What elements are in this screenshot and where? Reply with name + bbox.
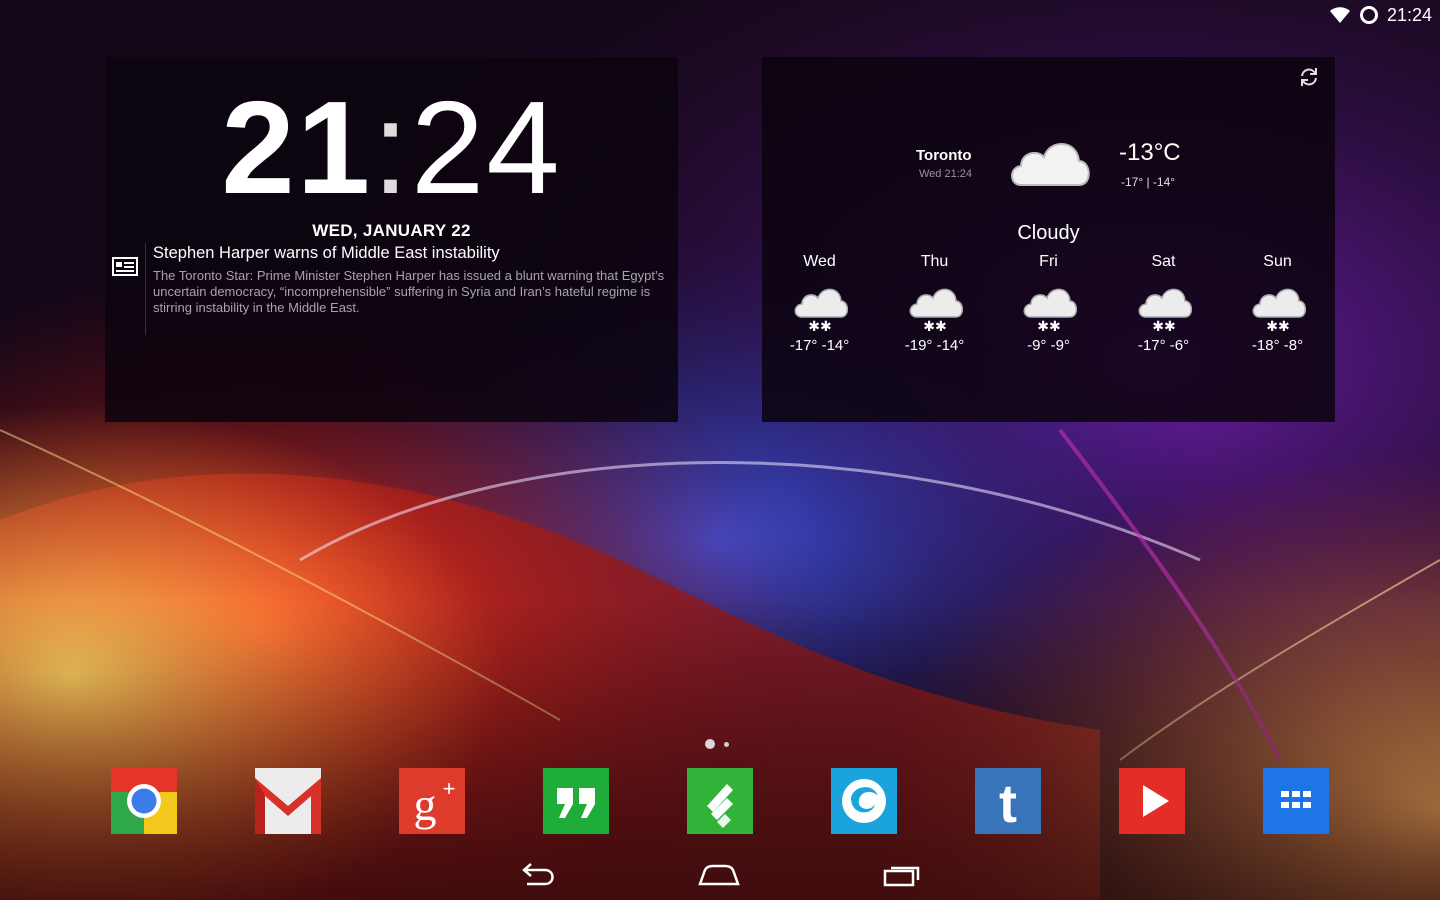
clock-hours: 21: [221, 74, 373, 221]
clock-minutes: 24: [410, 74, 562, 221]
sync-ring-icon: [1359, 6, 1378, 24]
forecast-range: -17° -14°: [789, 337, 850, 354]
forecast-row: Wed ✱✱ -17° -14° Thu ✱✱ -19° -14° Fri ✱✱…: [762, 253, 1335, 373]
weather-city: Toronto: [916, 147, 972, 164]
gmail-app-icon[interactable]: [255, 768, 321, 834]
forecast-range: -18° -8°: [1251, 337, 1304, 354]
forecast-day-name: Wed: [803, 253, 836, 270]
recents-icon: [883, 866, 920, 887]
forecast-day[interactable]: Fri ✱✱ -9° -9°: [991, 253, 1106, 354]
svg-text:✱✱: ✱✱: [808, 319, 831, 333]
svg-text:✱✱: ✱✱: [1152, 319, 1175, 333]
big-clock[interactable]: 21:24: [105, 73, 678, 223]
forecast-day-name: Thu: [920, 253, 949, 270]
recents-button[interactable]: [872, 856, 932, 892]
svg-text:+: +: [443, 776, 456, 801]
feedly-app-icon[interactable]: [687, 768, 753, 834]
tumblr-app-icon[interactable]: t: [975, 768, 1041, 834]
snow-cloud-icon: ✱✱: [1252, 288, 1306, 333]
snow-cloud-icon: ✱✱: [1023, 288, 1077, 333]
forecast-day[interactable]: Thu ✱✱ -19° -14°: [877, 253, 992, 354]
news-summary[interactable]: The Toronto Star: Prime Minister Stephen…: [153, 268, 678, 316]
page-dot-active: [705, 739, 715, 749]
forecast-day-name: Sat: [1151, 253, 1176, 270]
weather-updated: Wed 21:24: [919, 168, 973, 180]
svg-text:t: t: [999, 774, 1017, 834]
back-icon: [522, 863, 554, 886]
snow-cloud-icon: ✱✱: [794, 288, 848, 333]
hangouts-app-icon[interactable]: [543, 768, 609, 834]
cloud-icon: [1011, 143, 1090, 186]
status-clock: 21:24: [1386, 4, 1432, 25]
forecast-range: -9° -9°: [1027, 337, 1070, 354]
snow-cloud-icon: ✱✱: [1138, 288, 1192, 333]
current-temperature: -13°C: [1119, 139, 1181, 166]
home-icon: [698, 864, 740, 886]
clock-widget[interactable]: 21:24 WED, JANUARY 22 Stephen Harper war…: [105, 57, 678, 422]
forecast-day[interactable]: Wed ✱✱ -17° -14°: [762, 253, 877, 354]
youtube-app-icon[interactable]: [1119, 768, 1185, 834]
news-headline[interactable]: Stephen Harper warns of Middle East inst…: [153, 244, 500, 263]
home-button[interactable]: [689, 856, 749, 892]
browser-app-icon[interactable]: [831, 768, 897, 834]
forecast-range: -19° -14°: [904, 337, 965, 354]
weather-condition: Cloudy: [1017, 222, 1080, 244]
svg-text:g: g: [414, 779, 437, 830]
wifi-icon: [1329, 7, 1350, 23]
forecast-day-name: Sun: [1263, 253, 1292, 270]
status-bar[interactable]: 21:24: [1329, 0, 1440, 30]
snow-cloud-icon: ✱✱: [909, 288, 963, 333]
forecast-day[interactable]: Sun ✱✱ -18° -8°: [1220, 253, 1335, 354]
page-dot: [724, 741, 729, 747]
forecast-range: -17° -6°: [1137, 337, 1190, 354]
clock-separator: :: [372, 74, 411, 221]
current-range: -17° | -14°: [1121, 175, 1176, 189]
news-divider: [145, 243, 146, 335]
google-plus-app-icon[interactable]: g +: [399, 768, 465, 834]
date-label[interactable]: WED, JANUARY 22: [105, 221, 678, 241]
svg-text:✱✱: ✱✱: [1037, 319, 1060, 333]
app-drawer-icon[interactable]: [1263, 768, 1329, 834]
navigation-bar: [0, 856, 1440, 896]
back-button[interactable]: [507, 856, 567, 892]
dock: g + t: [0, 768, 1440, 834]
svg-text:✱✱: ✱✱: [923, 319, 946, 333]
forecast-day[interactable]: Sat ✱✱ -17° -6°: [1106, 253, 1221, 354]
weather-widget[interactable]: Toronto Wed 21:24 -13°C -17° | -14° Clou…: [762, 57, 1335, 422]
forecast-day-name: Fri: [1039, 253, 1058, 270]
page-indicator: [705, 739, 729, 749]
refresh-icon[interactable]: [1297, 65, 1321, 89]
chrome-app-icon[interactable]: [111, 768, 177, 834]
news-icon: [112, 257, 138, 276]
svg-text:✱✱: ✱✱: [1266, 319, 1289, 333]
